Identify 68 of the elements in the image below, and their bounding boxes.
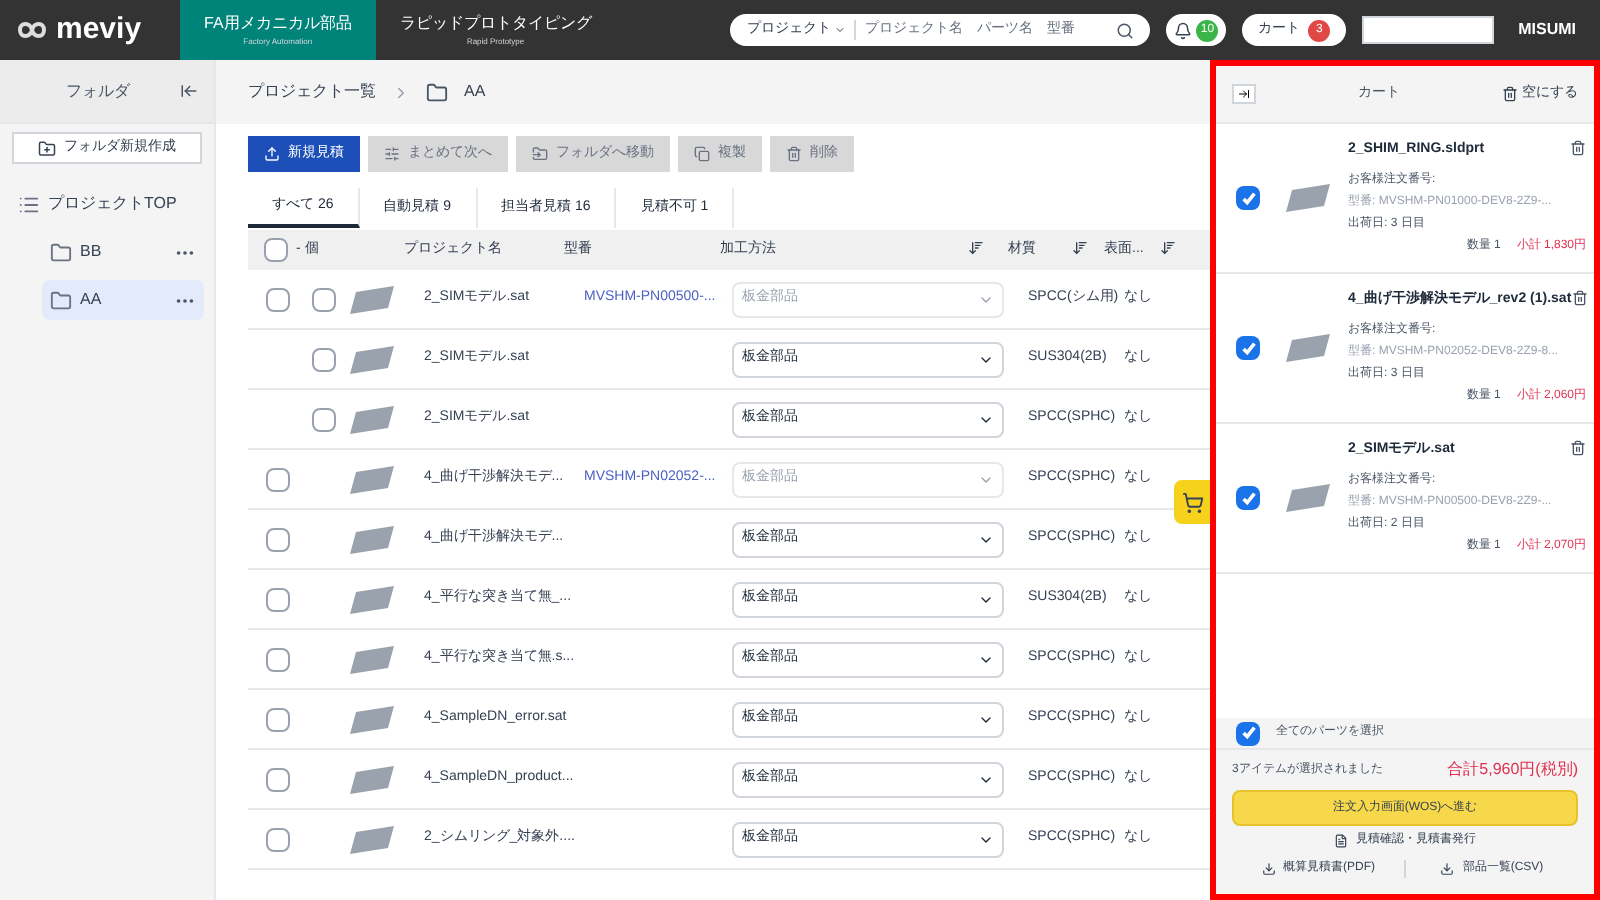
checkbox[interactable] xyxy=(266,647,290,671)
folder-icon xyxy=(50,289,72,311)
caret-icon xyxy=(834,24,847,36)
folder-icon xyxy=(426,81,448,103)
sort-icon[interactable] xyxy=(1160,239,1176,256)
part-thumbnail-icon xyxy=(350,525,394,553)
part-thumbnail-icon xyxy=(1286,184,1330,212)
download-icon xyxy=(1261,862,1275,876)
trash-icon xyxy=(1502,86,1518,102)
checkbox[interactable] xyxy=(312,287,336,311)
checkbox[interactable] xyxy=(266,587,290,611)
checkbox[interactable] xyxy=(266,527,290,551)
part-thumbnail-icon xyxy=(350,345,394,373)
trash-icon[interactable] xyxy=(1570,439,1586,456)
select-all-checkbox[interactable] xyxy=(264,238,288,262)
toolbar-icon xyxy=(694,146,710,162)
cart-icon xyxy=(1181,491,1203,513)
folder-tree-item[interactable]: BB xyxy=(42,232,204,272)
checkbox[interactable] xyxy=(266,707,290,731)
bell-icon xyxy=(1174,21,1193,39)
chevron-icon xyxy=(392,83,410,101)
checkbox[interactable] xyxy=(266,827,290,851)
part-thumbnail-icon xyxy=(1286,334,1330,362)
brand-logo: MISUMI xyxy=(1518,18,1576,42)
collapse-icon xyxy=(1238,88,1250,100)
logo-icon xyxy=(16,20,48,40)
sort-icon[interactable] xyxy=(1072,239,1088,256)
part-thumbnail-icon xyxy=(350,585,394,613)
logo-text: meviy xyxy=(56,9,142,50)
document-icon xyxy=(1334,834,1348,848)
breadcrumb-link[interactable]: プロジェクト一覧 xyxy=(248,80,376,104)
cart-total: 合計5,960円(税別) xyxy=(1447,758,1578,782)
part-thumbnail-icon xyxy=(350,465,394,493)
collapse-icon[interactable] xyxy=(180,82,198,100)
folder-plus-icon xyxy=(38,139,56,157)
search-icon[interactable] xyxy=(1116,21,1135,39)
part-thumbnail-icon xyxy=(350,825,394,853)
checkbox[interactable] xyxy=(1236,721,1260,745)
checkbox[interactable] xyxy=(1236,336,1260,360)
toolbar-icon xyxy=(264,146,280,162)
checkbox[interactable] xyxy=(266,287,290,311)
part-thumbnail-icon xyxy=(350,645,394,673)
checkbox[interactable] xyxy=(312,347,336,371)
part-thumbnail-icon xyxy=(1286,484,1330,512)
part-thumbnail-icon xyxy=(350,285,394,313)
part-thumbnail-icon xyxy=(350,405,394,433)
list-icon xyxy=(18,193,40,215)
checkbox[interactable] xyxy=(266,767,290,791)
part-thumbnail-icon xyxy=(350,705,394,733)
toolbar-icon xyxy=(786,146,802,162)
sort-icon[interactable] xyxy=(968,239,984,256)
checkbox[interactable] xyxy=(312,407,336,431)
trash-icon[interactable] xyxy=(1570,139,1586,156)
collapse-button[interactable] xyxy=(1232,84,1256,104)
checkbox[interactable] xyxy=(1236,186,1260,210)
checkbox[interactable] xyxy=(1236,486,1260,510)
checkbox[interactable] xyxy=(266,467,290,491)
folder-tree-item[interactable]: プロジェクトTOP xyxy=(10,184,204,224)
trash-icon[interactable] xyxy=(1571,289,1588,306)
breadcrumb-current: AA xyxy=(464,80,486,104)
toolbar-icon xyxy=(532,146,548,162)
sidebar-title: フォルダ xyxy=(64,79,132,103)
folder-icon xyxy=(50,241,72,263)
floating-cart-button[interactable] xyxy=(1174,480,1210,524)
download-icon xyxy=(1440,862,1455,876)
folder-tree-item[interactable]: AA xyxy=(42,280,204,320)
part-thumbnail-icon xyxy=(350,765,394,793)
toolbar-icon xyxy=(384,146,400,162)
